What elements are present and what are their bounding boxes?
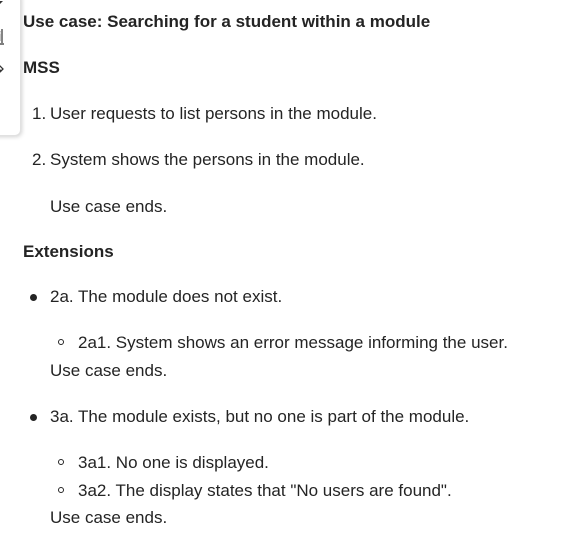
mss-step: 2. System shows the persons in the module… — [32, 149, 365, 171]
extensions-heading: Extensions — [23, 242, 114, 261]
sub-bullet-icon — [58, 487, 64, 493]
sub-bullet-icon — [58, 339, 64, 345]
mss-end-text: Use case ends. — [50, 197, 168, 216]
extension-3a: 3a. The module exists, but no one is par… — [50, 407, 470, 426]
extension-2a-end: Use case ends. — [50, 361, 168, 380]
extension-2a: 2a. The module does not exist. — [50, 287, 283, 306]
chevron-down-icon[interactable] — [0, 1, 3, 5]
bullet-icon — [30, 294, 37, 301]
more-icon[interactable]: ··· — [0, 107, 1, 120]
svg-text:Ai: Ai — [0, 30, 2, 45]
mss-heading: MSS — [23, 58, 60, 77]
extension-2a1: 2a1. System shows an error message infor… — [78, 333, 508, 352]
extension-3a1: 3a1. No one is displayed. — [78, 453, 269, 472]
sub-bullet-icon — [58, 459, 64, 465]
extension-3a-end: Use case ends. — [50, 508, 168, 527]
extension-3a2: 3a2. The display states that "No users a… — [78, 481, 452, 500]
mss-step: 1. User requests to list persons in the m… — [32, 103, 377, 125]
step-number: 1. — [32, 104, 47, 123]
highlighter-icon[interactable] — [0, 61, 5, 81]
step-text: User requests to list persons in the mod… — [50, 104, 377, 123]
bullet-icon — [30, 414, 37, 421]
text-recognition-icon[interactable]: Ai — [0, 26, 5, 46]
floating-toolbar: Ai ··· — [0, 0, 21, 136]
use-case-title: Use case: Searching for a student within… — [23, 12, 431, 31]
step-number: 2. — [32, 150, 47, 169]
step-text: System shows the persons in the module. — [50, 150, 365, 169]
page: Ai ··· Use case: Searching for a student… — [0, 0, 563, 543]
